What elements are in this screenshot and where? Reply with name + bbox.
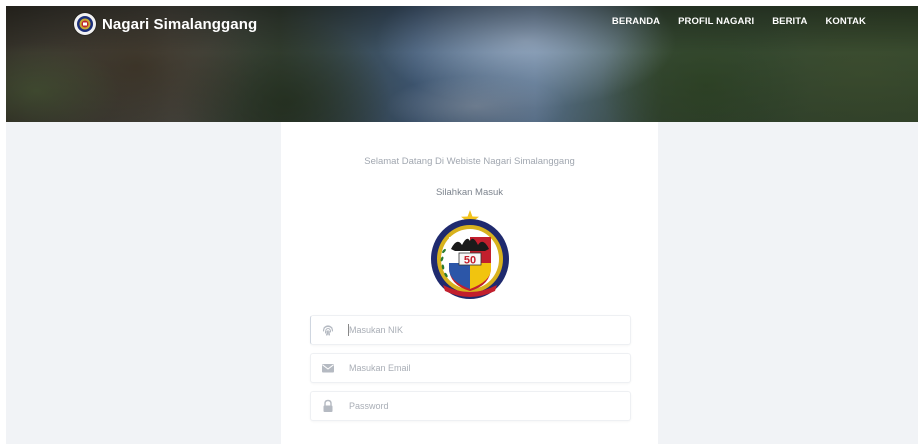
brand-title: Nagari Simalanggang bbox=[102, 15, 258, 33]
welcome-text: Selamat Datang Di Webiste Nagari Simalan… bbox=[364, 156, 575, 167]
login-prompt: Silahkan Masuk bbox=[435, 187, 504, 198]
nagari-emblem: 50 bbox=[429, 207, 511, 301]
nik-field[interactable] bbox=[310, 315, 631, 345]
email-input[interactable] bbox=[349, 358, 619, 378]
login-card: Selamat Datang Di Webiste Nagari Simalan… bbox=[281, 122, 658, 444]
nav-berita[interactable]: BERITA bbox=[772, 16, 807, 27]
nav-profil-nagari[interactable]: PROFIL NAGARI bbox=[678, 16, 754, 27]
password-field[interactable] bbox=[310, 391, 631, 421]
nagari-logo-icon bbox=[74, 13, 96, 35]
header-banner: Nagari Simalanggang BERANDA PROFIL NAGAR… bbox=[6, 6, 918, 122]
email-field[interactable] bbox=[310, 353, 631, 383]
svg-text:50: 50 bbox=[464, 255, 476, 267]
nik-input[interactable] bbox=[349, 320, 619, 340]
brand[interactable]: Nagari Simalanggang bbox=[74, 12, 257, 36]
envelope-icon bbox=[321, 361, 335, 375]
fingerprint-icon bbox=[321, 323, 335, 337]
password-input[interactable] bbox=[349, 396, 619, 416]
nav-beranda[interactable]: BERANDA bbox=[612, 16, 660, 27]
main-nav: BERANDA PROFIL NAGARI BERITA KONTAK bbox=[612, 16, 866, 27]
lock-icon bbox=[321, 399, 335, 413]
nav-kontak[interactable]: KONTAK bbox=[825, 16, 866, 27]
